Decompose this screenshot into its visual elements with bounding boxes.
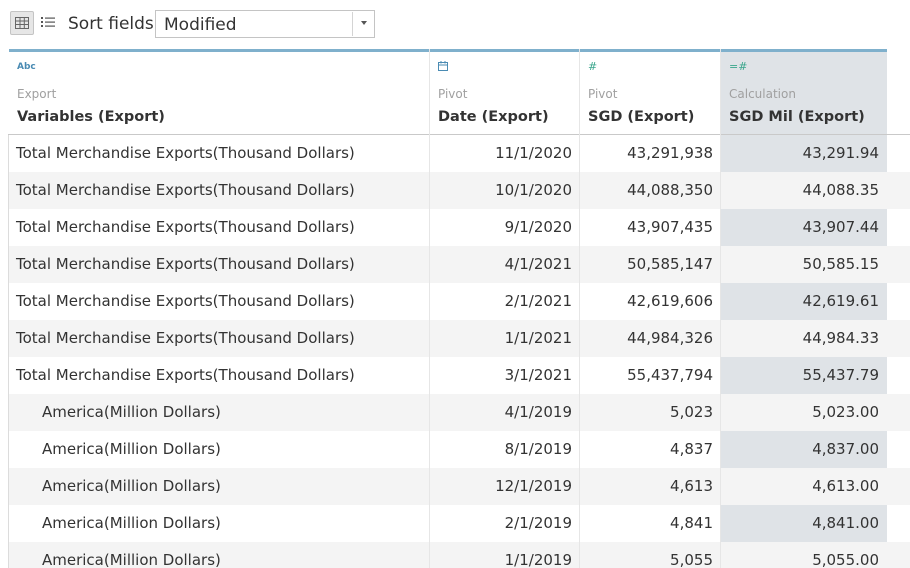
- date-cell: 11/1/2020: [495, 144, 572, 162]
- column-name: Variables (Export): [17, 109, 165, 125]
- date-cell: 10/1/2020: [495, 181, 572, 199]
- sgd-cell: 5,055: [670, 551, 713, 568]
- sgd-cell: 44,088,350: [627, 181, 713, 199]
- list-view-button[interactable]: [37, 11, 61, 35]
- table-row[interactable]: Total Merchandise Exports(Thousand Dolla…: [9, 172, 910, 209]
- variable-cell: America(Million Dollars): [42, 477, 221, 495]
- toolbar: Sort fields Modified: [0, 0, 910, 49]
- date-cell: 2/1/2019: [504, 514, 572, 532]
- date-cell: 4/1/2019: [504, 403, 572, 421]
- variable-cell: America(Million Dollars): [42, 514, 221, 532]
- sort-fields-label: Sort fields: [68, 14, 154, 34]
- sgd-mil-cell: 50,585.15: [802, 255, 879, 273]
- sgd-mil-cell: 44,984.33: [802, 329, 879, 347]
- date-cell: 1/1/2019: [504, 551, 572, 568]
- table-row[interactable]: America(Million Dollars) 8/1/2019 4,837 4,8…: [9, 431, 910, 468]
- table-row[interactable]: Total Merchandise Exports(Thousand Dolla…: [9, 283, 910, 320]
- sgd-cell: 42,619,606: [627, 292, 713, 310]
- sort-fields-dropdown[interactable]: Modified: [155, 10, 375, 38]
- data-grid: Abc Export Variables (Export) Pivot Date…: [0, 49, 910, 568]
- column-divider: [720, 49, 721, 568]
- grid-view-button[interactable]: [10, 11, 34, 35]
- column-header-sgd[interactable]: # Pivot SGD (Export): [580, 49, 720, 134]
- sgd-mil-cell: 5,055.00: [812, 551, 879, 568]
- calculated-number-icon[interactable]: =#: [729, 61, 747, 73]
- table-row[interactable]: America(Million Dollars) 2/1/2019 4,841 4,8…: [9, 505, 910, 542]
- sgd-cell: 43,907,435: [627, 218, 713, 236]
- sgd-cell: 50,585,147: [627, 255, 713, 273]
- chevron-down-icon: [361, 21, 367, 25]
- variable-cell: America(Million Dollars): [42, 440, 221, 458]
- variable-cell: America(Million Dollars): [42, 551, 221, 568]
- column-source: Calculation: [729, 87, 796, 101]
- variable-cell: Total Merchandise Exports(Thousand Dolla…: [16, 329, 355, 347]
- date-cell: 2/1/2021: [504, 292, 572, 310]
- sgd-cell: 55,437,794: [627, 366, 713, 384]
- column-divider: [429, 49, 430, 568]
- sgd-mil-cell: 43,291.94: [802, 144, 879, 162]
- column-source: Pivot: [438, 87, 468, 101]
- sgd-cell: 43,291,938: [627, 144, 713, 162]
- sgd-mil-cell: 5,023.00: [812, 403, 879, 421]
- table-row[interactable]: Total Merchandise Exports(Thousand Dolla…: [9, 357, 910, 394]
- sort-fields-value: Modified: [164, 15, 237, 35]
- column-source: Pivot: [588, 87, 618, 101]
- variable-cell: Total Merchandise Exports(Thousand Dolla…: [16, 144, 355, 162]
- table-row[interactable]: Total Merchandise Exports(Thousand Dolla…: [9, 320, 910, 357]
- sgd-cell: 4,841: [670, 514, 713, 532]
- header-accent-bar: [580, 49, 720, 52]
- header-accent-bar: [9, 49, 429, 52]
- date-cell: 8/1/2019: [504, 440, 572, 458]
- sgd-mil-cell: 44,088.35: [802, 181, 879, 199]
- sgd-mil-cell: 43,907.44: [802, 218, 879, 236]
- sgd-cell: 44,984,326: [627, 329, 713, 347]
- variable-cell: Total Merchandise Exports(Thousand Dolla…: [16, 255, 355, 273]
- column-header-sgd-mil[interactable]: =# Calculation SGD Mil (Export): [721, 49, 887, 134]
- column-divider: [579, 49, 580, 568]
- header-accent-bar: [721, 49, 887, 52]
- column-header-date[interactable]: Pivot Date (Export): [430, 49, 579, 134]
- table-row[interactable]: America(Million Dollars) 4/1/2019 5,023 5,0…: [9, 394, 910, 431]
- date-cell: 9/1/2020: [504, 218, 572, 236]
- header-accent-bar: [430, 49, 579, 52]
- variable-cell: Total Merchandise Exports(Thousand Dolla…: [16, 292, 355, 310]
- column-source: Export: [17, 87, 57, 101]
- sgd-mil-cell: 4,841.00: [812, 514, 879, 532]
- number-type-icon[interactable]: #: [588, 61, 597, 73]
- list-view-icon: [41, 17, 55, 27]
- sgd-mil-cell: 4,837.00: [812, 440, 879, 458]
- column-header-variables[interactable]: Abc Export Variables (Export): [9, 49, 429, 134]
- variable-cell: America(Million Dollars): [42, 403, 221, 421]
- grid-view-icon: [15, 17, 29, 29]
- table-row[interactable]: America(Million Dollars) 1/1/2019 5,055 5,0…: [9, 542, 910, 568]
- variable-cell: Total Merchandise Exports(Thousand Dolla…: [16, 181, 355, 199]
- dropdown-divider: [352, 12, 353, 36]
- sgd-mil-cell: 55,437.79: [802, 366, 879, 384]
- variable-cell: Total Merchandise Exports(Thousand Dolla…: [16, 366, 355, 384]
- variable-cell: Total Merchandise Exports(Thousand Dolla…: [16, 218, 355, 236]
- table-row[interactable]: Total Merchandise Exports(Thousand Dolla…: [9, 209, 910, 246]
- string-type-icon[interactable]: Abc: [17, 61, 36, 73]
- date-cell: 4/1/2021: [504, 255, 572, 273]
- date-cell: 12/1/2019: [495, 477, 572, 495]
- date-cell: 1/1/2021: [504, 329, 572, 347]
- calendar-icon[interactable]: [438, 61, 448, 75]
- column-name: SGD Mil (Export): [729, 109, 865, 125]
- sgd-cell: 5,023: [670, 403, 713, 421]
- table-row[interactable]: Total Merchandise Exports(Thousand Dolla…: [9, 135, 910, 172]
- sgd-mil-cell: 42,619.61: [802, 292, 879, 310]
- table-row[interactable]: Total Merchandise Exports(Thousand Dolla…: [9, 246, 910, 283]
- column-name: Date (Export): [438, 109, 549, 125]
- column-name: SGD (Export): [588, 109, 695, 125]
- sgd-mil-cell: 4,613.00: [812, 477, 879, 495]
- sgd-cell: 4,613: [670, 477, 713, 495]
- sgd-cell: 4,837: [670, 440, 713, 458]
- table-row[interactable]: America(Million Dollars) 12/1/2019 4,613 4,…: [9, 468, 910, 505]
- date-cell: 3/1/2021: [504, 366, 572, 384]
